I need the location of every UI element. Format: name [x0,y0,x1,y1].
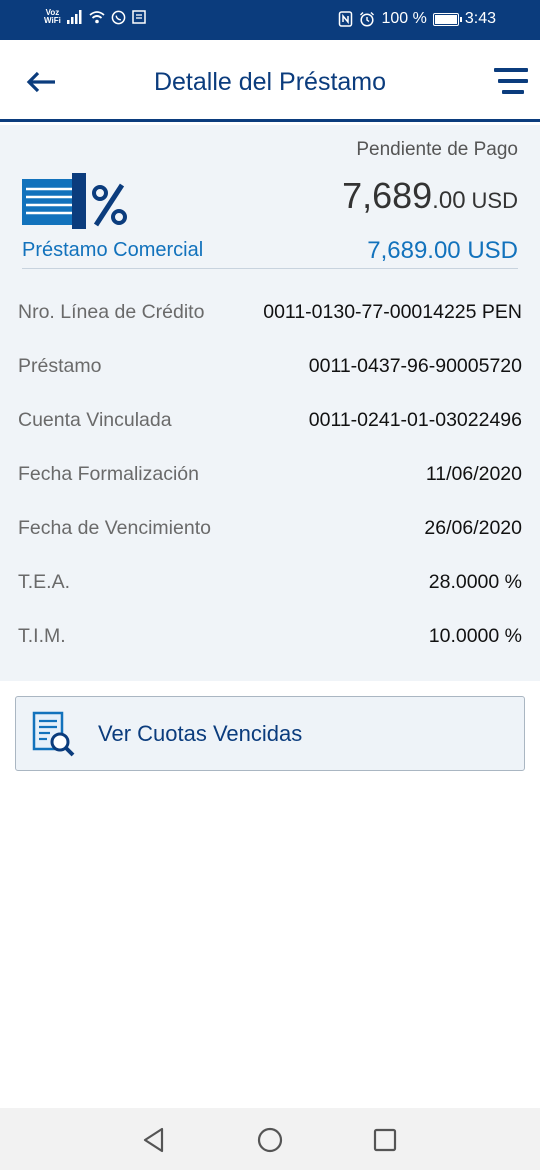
detail-label: T.E.A. [18,571,71,593]
status-bar: Voz WiFi 100 % 3:43 [0,0,540,40]
clock-time: 3:43 [464,10,496,27]
detail-row-loan: Préstamo 0011-0437-96-90005720 [18,355,522,385]
detail-value: 28.0000 % [428,571,522,593]
signal-icon [66,10,82,24]
nfc-icon [339,11,353,27]
detail-value: 0011-0130-77-00014225 PEN [263,301,522,323]
home-circle-icon[interactable] [256,1126,284,1154]
detail-label: Cuenta Vinculada [18,409,172,431]
detail-row-tea: T.E.A. 28.0000 % [18,571,522,601]
detail-row-formalization-date: Fecha Formalización 11/06/2020 [18,463,522,493]
detail-label: Fecha Formalización [18,463,199,485]
document-search-icon [32,711,75,757]
amount-decimal: .00 [432,187,466,214]
alarm-icon [360,12,375,27]
detail-value: 10.0000 % [428,625,522,647]
status-left: Voz WiFi [44,9,146,25]
voz-wifi-indicator: Voz WiFi [44,8,61,25]
battery-percentage: 100 % [381,10,427,27]
detail-row-credit-line: Nro. Línea de Crédito 0011-0130-77-00014… [18,301,522,331]
page-title: Detalle del Préstamo [153,68,387,96]
menu-button[interactable] [494,68,528,98]
detail-value: 26/06/2020 [424,517,522,539]
app-header: Detalle del Préstamo [0,40,540,122]
detail-value: 11/06/2020 [425,463,522,485]
detail-value: 0011-0241-01-03022496 [308,409,522,431]
detail-row-tim: T.I.M. 10.0000 % [18,625,522,655]
amount-currency: USD [471,188,518,213]
detail-row-linked-account: Cuenta Vinculada 0011-0241-01-03022496 [18,409,522,439]
whatsapp-icon [111,10,126,24]
view-overdue-installments-label: Ver Cuotas Vencidas [98,721,303,746]
divider [22,268,518,269]
loan-detail-panel: Pendiente de Pago 7,689.00 USD Préstamo C… [0,125,540,681]
wifi-icon [89,11,105,24]
status-label: Pendiente de Pago [356,139,518,160]
detail-label: T.I.M. [18,625,66,647]
detail-row-due-date: Fecha de Vencimiento 26/06/2020 [18,517,522,547]
news-icon [132,10,146,24]
loan-amount-total: 7,689.00 USD [367,237,518,264]
detail-label: Préstamo [18,355,102,377]
pending-amount: 7,689.00 USD [342,175,518,217]
detail-label: Nro. Línea de Crédito [18,301,205,323]
system-navigation-bar [0,1108,540,1170]
amount-integer: 7,689 [342,175,433,216]
detail-value: 0011-0437-96-90005720 [308,355,522,377]
status-right: 100 % 3:43 [338,10,496,28]
detail-label: Fecha de Vencimiento [18,517,211,539]
loan-type-label: Préstamo Comercial [22,239,204,261]
commercial-loan-icon [22,173,127,229]
battery-icon [432,12,462,26]
hamburger-icon [494,68,528,72]
back-triangle-icon[interactable] [140,1126,168,1154]
recent-apps-square-icon[interactable] [371,1126,399,1154]
view-overdue-installments-button[interactable]: Ver Cuotas Vencidas [15,696,525,771]
